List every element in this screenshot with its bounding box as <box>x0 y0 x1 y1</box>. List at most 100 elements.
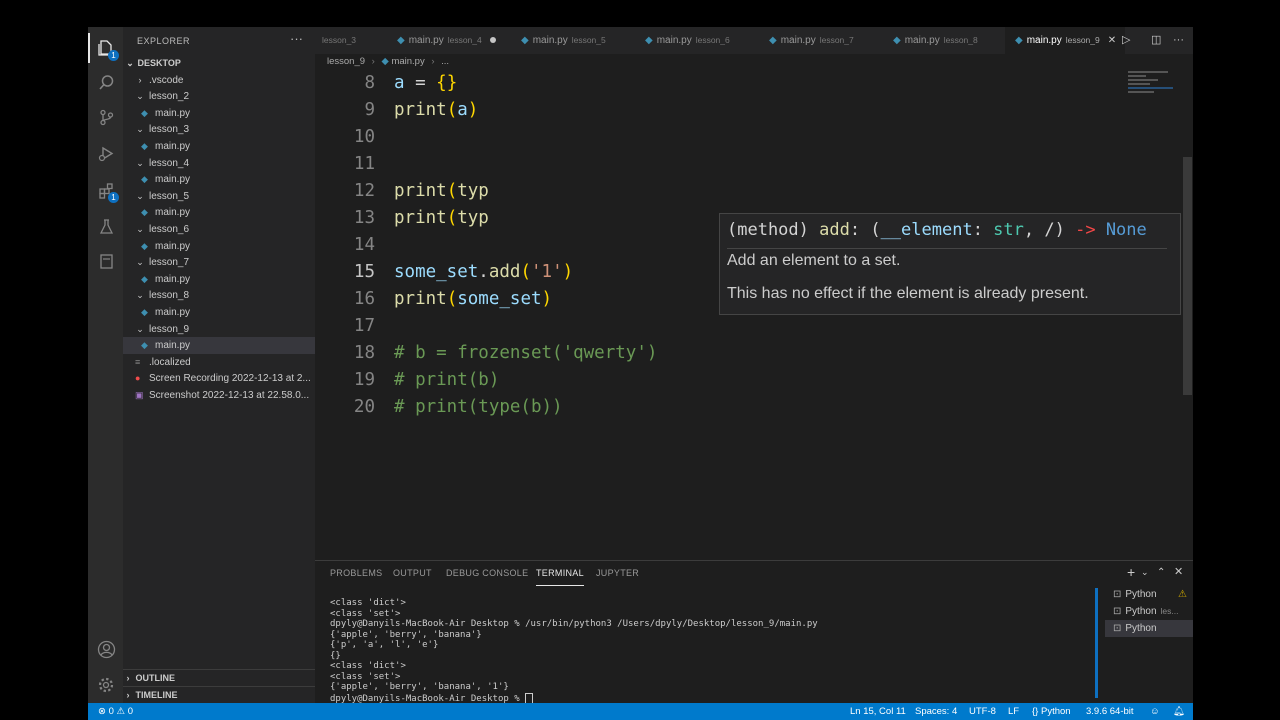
tree-item[interactable]: ⌄ lesson_6 <box>123 221 315 238</box>
error-count: 0 <box>108 706 114 717</box>
panel-tab-output[interactable]: OUTPUT <box>393 561 432 585</box>
outline-section[interactable]: › OUTLINE <box>123 669 315 687</box>
editor-tab[interactable]: ◆ main.py lesson_6 <box>635 27 755 54</box>
editor-tabs: lesson_3 ◆ main.py lesson_4 ◆ main.py lesson_5… <box>315 27 1193 54</box>
timeline-section[interactable]: › TIMELINE <box>123 686 315 704</box>
indentation[interactable]: Spaces: 4 <box>915 703 957 720</box>
chevron-down-icon: ⌄ <box>136 257 144 268</box>
python-file-icon: ◆ <box>769 35 777 46</box>
tree-item[interactable]: ⌄ lesson_4 <box>123 155 315 172</box>
code-line[interactable]: print(some_set) <box>394 286 552 313</box>
line-ending[interactable]: LF <box>1008 703 1019 720</box>
editor-tab[interactable]: ◆ main.py lesson_9 ✕ <box>1005 27 1125 54</box>
account-icon[interactable] <box>95 638 117 660</box>
split-editor-icon[interactable]: ◫ <box>1151 27 1161 54</box>
search-icon[interactable] <box>95 71 117 93</box>
tree-item[interactable]: ◆ main.py <box>123 105 315 122</box>
maximize-panel-icon[interactable]: ⌃ <box>1157 559 1165 586</box>
settings-gear-icon[interactable] <box>95 674 117 696</box>
new-terminal-icon[interactable]: + <box>1127 559 1135 586</box>
tree-item[interactable]: ◆ main.py <box>123 304 315 321</box>
python-interpreter[interactable]: 3.9.6 64-bit <box>1086 703 1134 720</box>
terminal-dropdown-icon[interactable]: ⌄ <box>1141 559 1149 586</box>
code-line[interactable]: # print(b) <box>394 367 499 394</box>
terminal-output[interactable]: <class 'dict'> <class 'set'> dpyly@Danyils… <box>330 598 818 704</box>
python-file-icon: ◆ <box>381 56 389 67</box>
tree-item-label: lesson_9 <box>149 323 190 335</box>
tree-item[interactable]: ▣ Screenshot 2022-12-13 at 22.58.0... <box>123 387 315 404</box>
line-number: 18 <box>353 343 375 363</box>
activity-bar: 1 1 <box>88 27 123 703</box>
editor-tab[interactable]: ◆ main.py lesson_4 <box>387 27 507 54</box>
python-file-icon: ◆ <box>141 240 148 251</box>
code-line[interactable]: a = {} <box>394 70 457 97</box>
tree-item[interactable]: ● Screen Recording 2022-12-13 at 2... <box>123 370 315 387</box>
tree-item[interactable]: ◆ main.py <box>123 204 315 221</box>
tree-item-label: lesson_2 <box>149 91 190 103</box>
minimap[interactable] <box>1128 69 1184 109</box>
editor-tab[interactable]: lesson_3 <box>318 27 384 54</box>
code-line[interactable]: # print(type(b)) <box>394 394 563 421</box>
extensions-icon[interactable]: 1 <box>95 179 119 203</box>
tree-item[interactable]: ◆ main.py <box>123 138 315 155</box>
code-line[interactable]: print(typ <box>394 205 489 232</box>
source-control-icon[interactable] <box>95 106 117 128</box>
tree-item[interactable]: ⌄ lesson_3 <box>123 121 315 138</box>
problems-status[interactable]: ⊗ 0 ⚠ 0 <box>98 703 133 720</box>
tree-item-label: main.py <box>155 240 191 252</box>
tree-item[interactable]: ⌄ lesson_9 <box>123 321 315 338</box>
panel-tab-jupyter[interactable]: JUPYTER <box>596 561 639 585</box>
breadcrumb-folder[interactable]: lesson_9 <box>327 56 365 67</box>
panel-tab-debug-console[interactable]: DEBUG CONSOLE <box>446 561 528 585</box>
explorer-badge: 1 <box>108 50 119 61</box>
tab-label: main.py <box>656 35 692 46</box>
tree-item[interactable]: ⌄ lesson_7 <box>123 254 315 271</box>
close-panel-icon[interactable]: ✕ <box>1174 559 1183 586</box>
terminal-instance[interactable]: ⊡ Python <box>1105 620 1193 637</box>
terminal-line: dpyly@Danyils-MacBook-Air Desktop % /usr… <box>330 619 818 629</box>
terminal-instance[interactable]: ⊡ Python les... <box>1105 603 1193 620</box>
code-line[interactable]: # b = frozenset('qwerty') <box>394 340 657 367</box>
editor-scrollbar[interactable] <box>1183 157 1192 395</box>
tree-item[interactable]: ◆ main.py <box>123 171 315 188</box>
terminal-instance[interactable]: ⊡ Python ⚠ <box>1105 586 1193 603</box>
tree-item-label: Screenshot 2022-12-13 at 22.58.0... <box>149 389 310 401</box>
cursor-position[interactable]: Ln 15, Col 11 <box>850 703 906 720</box>
panel-tab-problems[interactable]: PROBLEMS <box>330 561 382 585</box>
tree-item[interactable]: ◆ main.py <box>123 337 315 354</box>
remote-explorer-icon[interactable] <box>95 250 117 272</box>
line-number: 17 <box>353 316 375 336</box>
tree-item[interactable]: ≡ .localized <box>123 354 315 371</box>
workspace-root[interactable]: ⌄ DESKTOP <box>123 55 315 72</box>
tree-item[interactable]: ⌄ lesson_8 <box>123 287 315 304</box>
tree-item[interactable]: › .vscode <box>123 72 315 89</box>
more-actions-icon[interactable]: ··· <box>290 31 303 46</box>
breadcrumb-file[interactable]: main.py <box>391 56 424 67</box>
tree-item[interactable]: ◆ main.py <box>123 271 315 288</box>
more-editor-actions-icon[interactable]: ··· <box>1173 27 1184 54</box>
notifications-icon[interactable]: 🔔︎ <box>1173 703 1185 720</box>
run-python-file-icon[interactable]: ▷ <box>1122 27 1130 54</box>
tree-item[interactable]: ⌄ lesson_5 <box>123 188 315 205</box>
code-line[interactable]: some_set.add('1') <box>394 259 573 286</box>
run-debug-icon[interactable] <box>95 142 117 164</box>
error-icon: ⊗ <box>98 706 106 717</box>
code-line[interactable]: print(a) <box>394 97 478 124</box>
code-editor[interactable]: 8 a = {} 9 print(a) 10 11 12 print(typ 13 print(t… <box>315 70 1181 560</box>
tree-item[interactable]: ⌄ lesson_2 <box>123 88 315 105</box>
panel-tab-terminal[interactable]: TERMINAL <box>536 561 584 586</box>
encoding[interactable]: UTF-8 <box>969 703 996 720</box>
code-line[interactable]: print(typ <box>394 178 489 205</box>
terminal-line: {} <box>330 650 341 661</box>
tree-item[interactable]: ◆ main.py <box>123 238 315 255</box>
explorer-icon[interactable]: 1 <box>95 37 119 61</box>
breadcrumb-symbols[interactable]: ... <box>441 56 449 67</box>
close-tab-icon[interactable]: ✕ <box>1108 35 1116 46</box>
vscode-window: 1 1 EXPLORER ··· ⌄ DESKTOP › .vscode ⌄ l… <box>88 27 1193 720</box>
feedback-icon[interactable]: ☺ <box>1150 703 1160 720</box>
testing-icon[interactable] <box>95 215 117 237</box>
editor-tab[interactable]: ◆ main.py lesson_7 <box>759 27 879 54</box>
editor-tab[interactable]: ◆ main.py lesson_8 <box>883 27 1003 54</box>
editor-tab[interactable]: ◆ main.py lesson_5 <box>511 27 631 54</box>
language-mode[interactable]: {} Python <box>1032 703 1071 720</box>
